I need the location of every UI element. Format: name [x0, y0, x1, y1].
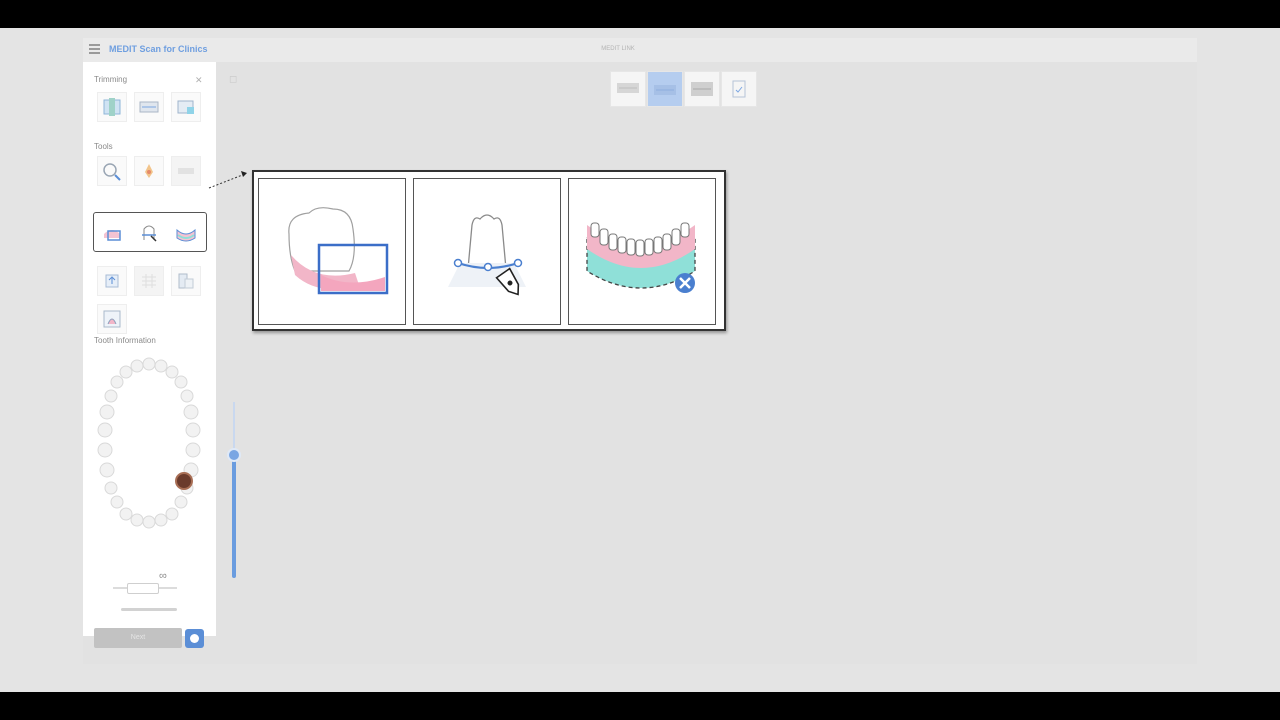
trim-rectangle-button[interactable]: [97, 218, 127, 248]
stage-toolbar: [610, 71, 758, 109]
vertical-slider-track: [233, 402, 235, 450]
disabled-grid-button[interactable]: [134, 266, 164, 296]
title-bar: MEDIT Scan for Clinics MEDIT LINK: [83, 38, 1197, 62]
select-area-icon: [177, 100, 194, 114]
app-title: MEDIT Scan for Clinics: [109, 44, 208, 54]
stage-occlusion-button[interactable]: [684, 71, 720, 107]
stage-review-button[interactable]: [721, 71, 757, 107]
brush-icon: [145, 164, 153, 178]
callout-arrow: [208, 171, 247, 189]
app-window: MEDIT Scan for Clinics MEDIT LINK Trimmi…: [83, 38, 1197, 664]
trim-pen-illustration: [448, 214, 526, 296]
layers-icon: [178, 273, 194, 289]
disabled-grid-icon: [142, 274, 156, 288]
callout-trim-pen: [413, 178, 561, 325]
zoom-area-button[interactable]: [97, 156, 127, 186]
view-icon[interactable]: ◻: [229, 74, 237, 85]
letterbox-bottom: [0, 692, 1280, 720]
next-button[interactable]: Next: [94, 628, 182, 648]
maxilla-icon: [617, 83, 639, 93]
brush-button[interactable]: [134, 156, 164, 186]
callout-remove-data: [568, 178, 716, 325]
selected-tooth-marker: [175, 472, 193, 490]
lock-tooth-icon: [103, 98, 121, 116]
tools-callout-panel: [252, 170, 726, 331]
disabled-tool-button[interactable]: [171, 156, 201, 186]
remove-data-button[interactable]: [171, 218, 201, 248]
occlusion-icon: [691, 82, 713, 96]
menu-icon[interactable]: [89, 44, 100, 56]
trim-pen-icon: [142, 225, 157, 242]
link-icon[interactable]: ∞: [159, 570, 167, 582]
zoom-area-icon: [103, 163, 121, 181]
vertical-slider-fill: [232, 450, 236, 578]
remove-data-illustration: [586, 222, 696, 293]
window-caption: MEDIT LINK: [601, 46, 635, 52]
scan-image-icon: [103, 310, 121, 328]
section-trimming: Trimming: [94, 75, 128, 84]
opacity-slider-knob[interactable]: [127, 583, 159, 594]
upload-button[interactable]: [97, 266, 127, 296]
trim-rectangle-illustration: [288, 207, 389, 295]
upload-icon: [105, 274, 119, 288]
lock-tooth-button[interactable]: [97, 92, 127, 122]
trim-pen-button[interactable]: [134, 218, 164, 248]
next-arrow-icon[interactable]: [185, 629, 204, 648]
sidebar: Trimming ✕ Tools Tooth Information ∞ Nex…: [83, 62, 216, 648]
review-checklist-icon: [732, 80, 746, 98]
layers-button[interactable]: [171, 266, 201, 296]
callout-trim-rectangle: [258, 178, 406, 325]
disabled-tool-icon: [178, 168, 194, 174]
scan-image-button[interactable]: [97, 304, 127, 334]
section-tooth-information: Tooth Information: [94, 336, 156, 345]
remove-data-icon: [176, 228, 196, 242]
stage-maxilla-button[interactable]: [610, 71, 646, 107]
stage-mandible-button[interactable]: [647, 71, 683, 107]
tooth-chart[interactable]: [95, 354, 203, 544]
divider: [121, 608, 177, 611]
vertical-slider-knob[interactable]: [227, 448, 241, 462]
letterbox-top: [0, 0, 1280, 28]
trim-area-button[interactable]: [134, 92, 164, 122]
trim-area-icon: [139, 101, 159, 113]
section-tools: Tools: [94, 142, 113, 151]
trim-rectangle-icon: [104, 230, 121, 241]
close-icon[interactable]: ✕: [195, 75, 203, 86]
opacity-slider[interactable]: [113, 582, 177, 594]
select-area-button[interactable]: [171, 92, 201, 122]
mandible-icon: [654, 85, 676, 95]
